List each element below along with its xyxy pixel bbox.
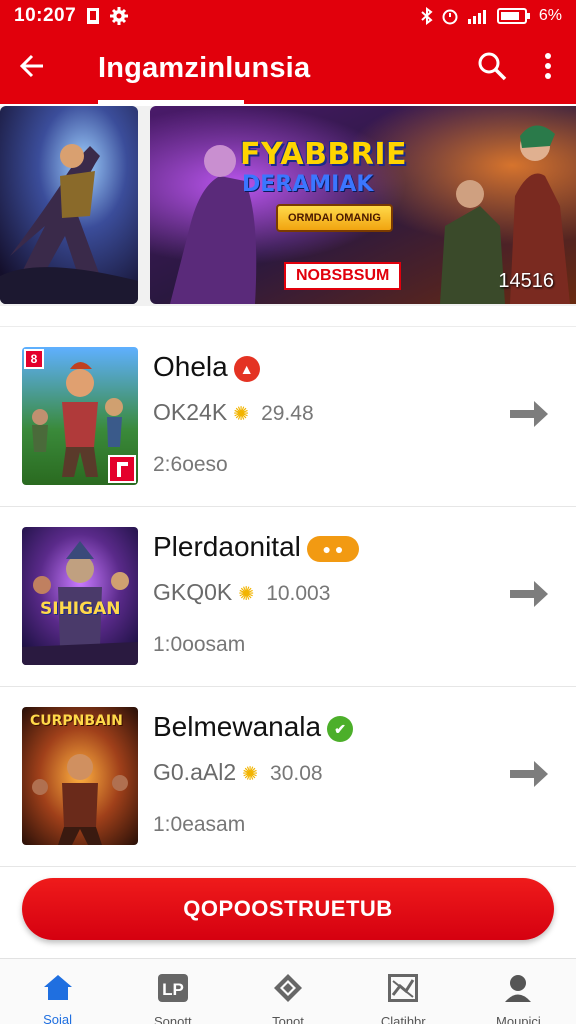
battery-icon <box>496 8 531 24</box>
banner-card-previous[interactable] <box>0 106 138 304</box>
notification-icon <box>86 7 100 25</box>
search-button[interactable] <box>464 32 520 104</box>
svg-text:LP: LP <box>162 980 184 999</box>
back-arrow-icon <box>19 53 45 84</box>
nav-item-chart[interactable]: Clatihbr <box>346 959 461 1024</box>
more-options-button[interactable] <box>520 32 576 104</box>
nav-label: Clatihbr <box>380 1014 426 1024</box>
game-title: Plerdaonital ● ● <box>153 531 359 563</box>
diamond-icon <box>273 973 303 1008</box>
primary-action-button[interactable]: QOPOOSTRUETUB <box>22 878 554 940</box>
nav-label: Sonott <box>154 1014 192 1024</box>
game-meta: OK24K ✺ 29.48 <box>153 399 314 425</box>
gear-icon <box>110 7 129 25</box>
arrow-right-icon <box>510 581 548 607</box>
game-title: Ohela ▲ <box>153 351 260 383</box>
back-button[interactable] <box>0 32 64 104</box>
list-item[interactable]: SIHIGAN Plerdaonital ● ● GKQ0K ✺ 10.003 1:0… <box>0 507 576 687</box>
app-bar: Ingamzinlunsia <box>0 32 576 104</box>
nav-label: Tonot <box>272 1014 304 1024</box>
nav-label: Moupici <box>496 1014 541 1024</box>
banner-count: 14516 <box>498 270 554 292</box>
list-item[interactable]: CURPNBAIN Belmewanala ✔ G0.aAl2 ✺ 30.08 1:0… <box>0 687 576 867</box>
arrow-right-icon <box>510 401 548 427</box>
status-bar: 10:207 6% <box>0 0 576 32</box>
game-thumbnail: CURPNBAIN <box>22 707 138 845</box>
open-game-button[interactable] <box>510 399 550 429</box>
banner-carousel[interactable]: FYABBRIE DERAMIAK ORMDAI OMANIG NOBSBSUM… <box>0 106 576 306</box>
thumbnail-caption: CURPNBAIN <box>30 713 123 729</box>
game-meta: G0.aAl2 ✺ 30.08 <box>153 759 323 785</box>
tab-indicator <box>98 100 244 104</box>
banner-card-featured[interactable]: FYABBRIE DERAMIAK ORMDAI OMANIG NOBSBSUM… <box>150 106 576 304</box>
nav-label: Soial <box>43 1012 73 1024</box>
arrow-right-icon <box>510 761 548 787</box>
open-game-button[interactable] <box>510 579 550 609</box>
alarm-icon <box>441 7 459 25</box>
thumbnail-caption: SIHIGAN <box>40 599 121 619</box>
star-icon: ✺ <box>233 404 250 425</box>
hot-badge-icon: ▲ <box>233 355 260 382</box>
game-meta: GKQ0K ✺ 10.003 <box>153 579 331 605</box>
banner-subheadline: DERAMIAK <box>242 172 374 197</box>
banner-tag: ORMDAI OMANIG <box>276 204 393 232</box>
star-icon: ✺ <box>238 584 255 605</box>
battery-percent: 6% <box>538 7 562 24</box>
open-game-button[interactable] <box>510 759 550 789</box>
banner-label[interactable]: NOBSBSUM <box>284 262 402 290</box>
search-icon <box>477 51 507 86</box>
star-icon: ✺ <box>242 764 259 785</box>
game-thumbnail: SIHIGAN <box>22 527 138 665</box>
chart-icon <box>387 973 419 1008</box>
nav-item-home[interactable]: Soial <box>0 959 115 1024</box>
game-time: 1:0easam <box>153 813 246 836</box>
list-item[interactable]: 8 Ohela ▲ OK24K ✺ 29.48 2:6oeso <box>0 327 576 507</box>
app-title: Ingamzinlunsia <box>98 51 311 84</box>
game-time: 1:0oosam <box>153 633 246 656</box>
game-time: 2:6oeso <box>153 453 228 476</box>
nav-item-lp[interactable]: LP Sonott <box>115 959 230 1024</box>
thumbnail-corner-icon <box>108 455 136 483</box>
game-list: 8 Ohela▲ OK24K✺29.48 2:6oeso SIHIGAN <box>0 326 576 867</box>
game-thumbnail: 8 <box>22 347 138 485</box>
nav-item-diamond[interactable]: Tonot <box>230 959 345 1024</box>
bottom-navigation: Soial LP Sonott Tonot Clatihbr Moupici <box>0 958 576 1024</box>
home-icon <box>43 973 73 1006</box>
game-title: Belmewanala ✔ <box>153 711 354 743</box>
coin-badge-icon: ● ● <box>306 535 359 562</box>
bluetooth-icon <box>421 7 433 25</box>
more-vert-icon <box>543 52 553 85</box>
status-time: 10:207 <box>14 5 77 26</box>
wifi-icon <box>467 8 489 24</box>
leaf-badge-icon: ✔ <box>327 715 354 742</box>
profile-icon <box>503 973 533 1008</box>
nav-item-profile[interactable]: Moupici <box>461 959 576 1024</box>
banner-headline: FYABBRIE <box>240 137 408 172</box>
lp-icon: LP <box>157 973 189 1008</box>
thumbnail-badge-icon: 8 <box>24 349 44 369</box>
